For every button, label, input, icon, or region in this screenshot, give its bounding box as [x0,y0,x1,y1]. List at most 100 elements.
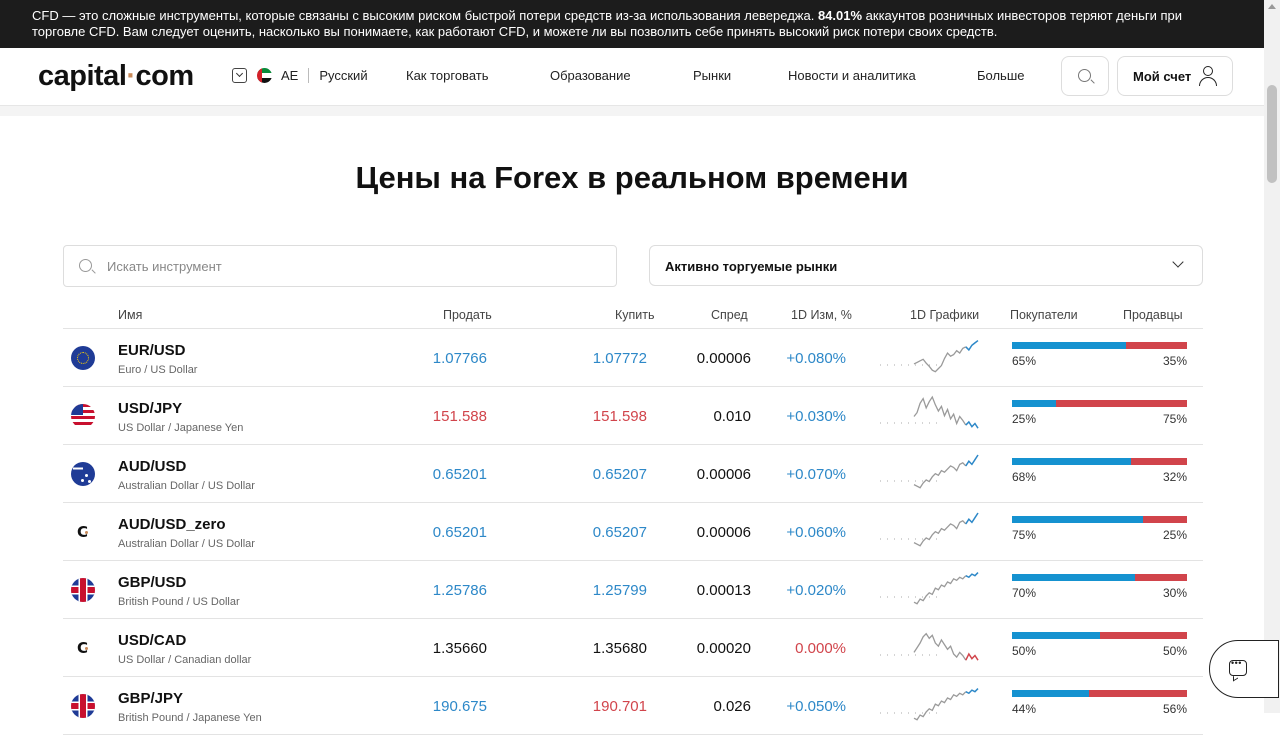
chat-support-button[interactable] [1209,640,1279,698]
sellers-bar-fill [1134,574,1187,581]
sparkline-chart [880,688,979,721]
eu-flag-icon [71,346,95,370]
table-row[interactable]: EUR/USD Euro / US Dollar 1.07766 1.07772 0.0… [63,329,1203,387]
daily-change: +0.060% [786,524,846,541]
instrument-symbol[interactable]: EUR/USD [118,342,186,359]
sparkline-chart [880,395,979,429]
instrument-description: Australian Dollar / US Dollar [118,480,255,492]
instrument-search-field[interactable] [63,245,617,287]
buy-price[interactable]: 1.25799 [593,582,647,599]
header-shadow-band [0,106,1264,116]
buyers-bar-fill [1012,516,1144,523]
column-header-name[interactable]: Имя [118,308,142,322]
sparkline-history [913,520,967,547]
buy-price[interactable]: 151.598 [593,408,647,425]
page-title: Цены на Forex в реальном времени [355,160,909,195]
column-header-chart: 1D Графики [910,308,980,322]
daily-change: +0.050% [786,698,846,715]
sellers-bar-fill [1143,516,1187,523]
sentiment-bar [1012,516,1187,523]
nav-how-to-trade[interactable]: Как торговать [406,68,489,83]
market-filter-select[interactable]: Активно торгуемые рынки [649,245,1203,286]
spread-value: 0.010 [713,408,751,425]
instrument-description: Australian Dollar / US Dollar [118,538,255,550]
table-row[interactable]: GBP/JPY British Pound / Japanese Yen 190.6… [63,677,1203,735]
risk-disclaimer-banner: CFD — это сложные инструменты, которые с… [0,0,1264,48]
sparkline-history [913,632,967,661]
sellers-percent: 30% [1162,586,1187,600]
sparkline-history [913,691,967,721]
table-row[interactable]: GBP/USD British Pound / US Dollar 1.25786 1… [63,561,1203,619]
buyers-bar-fill [1012,690,1089,697]
sell-price[interactable]: 0.65201 [433,466,487,483]
nav-more[interactable]: Больше [977,68,1025,83]
instrument-symbol[interactable]: GBP/JPY [118,690,183,707]
sparkline-recent [965,652,979,661]
sell-price[interactable]: 190.675 [433,698,487,715]
sellers-bar-fill [1125,342,1187,349]
capital-com-logo[interactable]: capital·com [38,60,194,93]
buyers-percent: 44% [1012,702,1037,716]
column-header-buy[interactable]: Купить [615,308,655,322]
sentiment-bar [1012,632,1187,639]
table-row[interactable]: USD/CAD US Dollar / Canadian dollar 1.3566… [63,619,1203,677]
gb-flag-icon [71,694,95,718]
sell-price[interactable]: 0.65201 [433,524,487,541]
header-search-button[interactable] [1061,56,1109,96]
sellers-percent: 35% [1162,354,1187,368]
sell-price[interactable]: 1.07766 [433,350,487,367]
buy-price[interactable]: 0.65207 [593,466,647,483]
buyers-bar-fill [1012,632,1100,639]
buy-price[interactable]: 190.701 [593,698,647,715]
nav-markets[interactable]: Рынки [693,68,731,83]
sentiment-bar [1012,400,1187,407]
buy-price[interactable]: 0.65207 [593,524,647,541]
sell-price[interactable]: 1.35660 [433,640,487,657]
column-header-sellers: Продавцы [1123,308,1183,322]
sellers-percent: 75% [1162,412,1187,426]
sparkline-history [913,395,967,426]
buyers-bar-fill [1012,458,1131,465]
scroll-up-arrow-icon[interactable] [1268,4,1276,9]
table-row[interactable]: AUD/USD Australian Dollar / US Dollar 0.65… [63,445,1203,503]
instrument-description: British Pound / Japanese Yen [118,712,262,724]
site-header: capital·com AE Русский Как торговать Обр… [0,48,1264,106]
nav-education[interactable]: Образование [550,68,631,83]
instrument-description: British Pound / US Dollar [118,596,240,608]
column-header-sell[interactable]: Продать [443,308,492,322]
instrument-symbol[interactable]: AUD/USD [118,458,186,475]
gb-flag-icon [71,578,95,602]
buy-price[interactable]: 1.07772 [593,350,647,367]
sellers-percent: 32% [1162,470,1187,484]
instrument-symbol[interactable]: GBP/USD [118,574,186,591]
instrument-description: US Dollar / Canadian dollar [118,654,252,666]
region-language-selector[interactable]: AE Русский [232,68,368,83]
us-flag-icon [71,404,95,428]
scrollbar-thumb[interactable] [1267,85,1277,183]
page-scrollbar[interactable] [1264,0,1280,713]
daily-change: +0.030% [786,408,846,425]
sell-price[interactable]: 151.588 [433,408,487,425]
divider [308,68,310,83]
buy-price[interactable]: 1.35680 [593,640,647,657]
sellers-percent: 25% [1162,528,1187,542]
instrument-description: Euro / US Dollar [118,364,198,376]
instrument-search-input[interactable] [107,256,587,276]
spread-value: 0.00013 [696,582,751,599]
market-filter-value: Активно торгуемые рынки [665,259,838,274]
nav-news-analysis[interactable]: Новости и аналитика [788,68,916,83]
sellers-bar-fill [1131,458,1187,465]
buyers-percent: 25% [1012,412,1037,426]
table-row[interactable]: AUD/USD_zero Australian Dollar / US Dolla… [63,503,1203,561]
my-account-button[interactable]: Мой счет [1117,56,1233,96]
column-header-change[interactable]: 1D Изм, % [791,308,852,322]
sell-price[interactable]: 1.25786 [433,582,487,599]
instrument-symbol[interactable]: USD/JPY [118,400,182,417]
instrument-symbol[interactable]: USD/CAD [118,632,186,649]
table-row[interactable]: USD/JPY US Dollar / Japanese Yen 151.588 15… [63,387,1203,445]
sparkline-chart [880,632,979,661]
sparkline-history [913,575,967,605]
sellers-percent: 50% [1162,644,1187,658]
column-header-spread[interactable]: Спред [711,308,748,322]
instrument-symbol[interactable]: AUD/USD_zero [118,516,226,533]
